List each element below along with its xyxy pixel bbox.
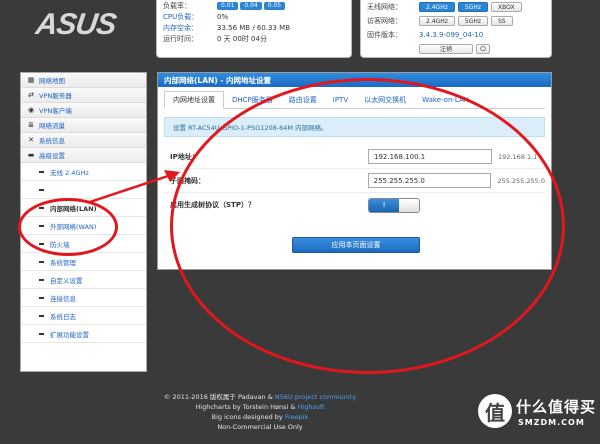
watermark-badge: 值 xyxy=(478,394,512,428)
sidebar-item-network-map[interactable]: ▦ 网络地图 xyxy=(21,73,146,88)
load-label: 负载率： xyxy=(163,1,191,10)
guest-row: 访客网络： 2.4GHz 5GHz SS xyxy=(367,14,545,28)
annotation-ellipse-sidebar xyxy=(18,198,118,256)
load-badge-15: 0.05 xyxy=(263,1,286,10)
asus-logo: ASUS xyxy=(33,8,118,41)
footer: © 2011-2016 版权属于 Padavan & N56U project … xyxy=(163,393,357,431)
load-row: 负载率： 0.01 0.04 0.05 xyxy=(163,0,345,11)
guest-label: 访客网络： xyxy=(367,17,402,25)
annotation-ellipse-main xyxy=(170,78,565,374)
guest-5-button[interactable]: 5GHz xyxy=(457,16,488,26)
load-badge-1: 0.01 xyxy=(217,1,239,10)
uptime-row: 运行时间： 0 天 00时 04分 xyxy=(163,33,345,44)
grid-icon: ▦ xyxy=(27,76,35,84)
sidebar-sub-admin[interactable]: 系统管理 xyxy=(21,253,146,271)
uptime-label: 运行时间： xyxy=(163,34,198,43)
load-badge-5: 0.04 xyxy=(240,1,262,10)
guest-24-button[interactable]: 2.4GHz xyxy=(419,16,455,26)
cpu-value: 0% xyxy=(217,12,229,21)
uptime-value: 0 天 00时 04分 xyxy=(217,34,267,43)
wireless-5-button[interactable]: 5GHz xyxy=(457,2,488,12)
folder-icon: ▬ xyxy=(27,151,35,159)
wireless-24-button[interactable]: 2.4GHz xyxy=(419,2,455,12)
wireless-xbox-button[interactable]: XBOX xyxy=(491,2,522,12)
watermark-sub: SMZDM.COM xyxy=(518,418,585,427)
memory-label[interactable]: 内存空余： xyxy=(163,23,217,33)
firmware-label: 固件版本： xyxy=(367,31,402,39)
sidebar-item-system-info[interactable]: ✕ 系统信息 xyxy=(21,133,146,148)
wireless-row: 无线网络： 2.4GHz 5GHz XBOX xyxy=(367,0,545,14)
cpu-label[interactable]: CPU负载： xyxy=(163,12,217,22)
sidebar-sub-log[interactable]: 系统日志 xyxy=(21,307,146,325)
sidebar-item-traffic[interactable]: ≣ 网络流量 xyxy=(21,118,146,133)
memory-row: 内存空余： 33.56 MB / 60.33 MB xyxy=(163,22,345,33)
memory-value: 33.56 MB / 60.33 MB xyxy=(217,23,291,32)
sidebar-item-vpn-client[interactable]: ◉ VPN客户端 xyxy=(21,103,146,118)
logout-button[interactable]: 注销 xyxy=(419,44,473,54)
power-icon[interactable]: ⏻ xyxy=(476,44,490,54)
firmware-row: 固件版本： 3.4.3.9-099_04-10 xyxy=(367,28,545,42)
watermark: 值 什么值得买 SMZDM.COM xyxy=(478,392,600,444)
annotation-arrow xyxy=(89,170,180,204)
watermark-text: 什么值得买 xyxy=(516,398,597,416)
footer-community-link[interactable]: N56U project community xyxy=(275,393,356,401)
network-status-panel: 无线网络： 2.4GHz 5GHz XBOX 访客网络： 2.4GHz 5GHz… xyxy=(360,0,552,58)
firmware-value[interactable]: 3.4.3.9-099_04-10 xyxy=(419,31,483,39)
guest-ss-button[interactable]: SS xyxy=(491,16,513,26)
shuffle-icon: ✕ xyxy=(28,136,34,144)
sidebar-sub-custom[interactable]: 自定义设置 xyxy=(21,271,146,289)
footer-freepik-link[interactable]: Freepik xyxy=(285,413,309,421)
sidebar-item-advanced[interactable]: ▬ 高级设置 xyxy=(21,148,146,163)
actions-row: 注销 ⏻ xyxy=(367,42,545,56)
footer-highsoft-link[interactable]: Highsoft xyxy=(298,403,325,411)
sidebar-item-vpn-server[interactable]: ⇄ VPN服务器 xyxy=(21,88,146,103)
globe-icon: ◉ xyxy=(27,106,35,114)
wireless-label: 无线网络： xyxy=(367,3,402,11)
sidebar-sub-extensions[interactable]: 扩展功能设置 xyxy=(21,325,146,343)
cpu-row: CPU负载： 0% xyxy=(163,11,345,22)
arrows-icon: ⇄ xyxy=(28,91,34,99)
sidebar-sub-connections[interactable]: 连接信息 xyxy=(21,289,146,307)
tab-lan-ip[interactable]: 内网地址设置 xyxy=(164,91,224,109)
list-icon: ≣ xyxy=(28,121,34,129)
system-status-panel: 负载率： 0.01 0.04 0.05 CPU负载： 0% 内存空余： 33.5… xyxy=(156,0,352,58)
